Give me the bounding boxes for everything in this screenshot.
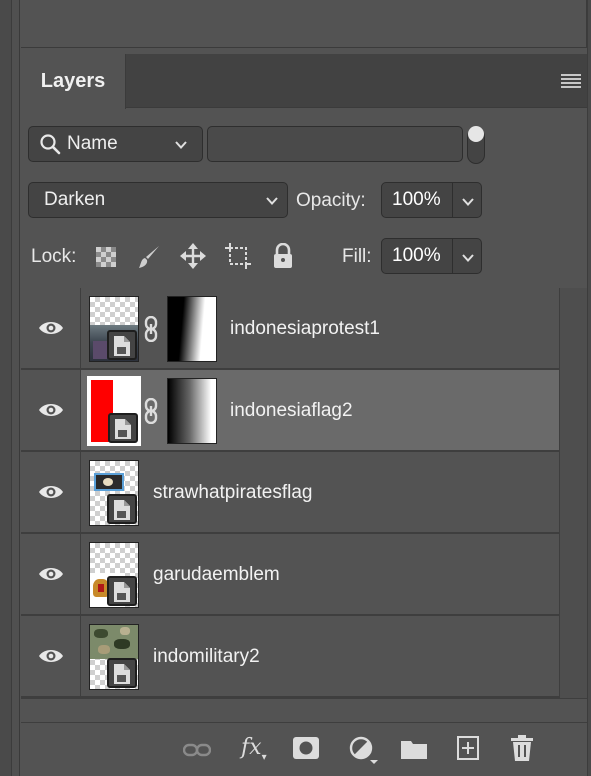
visibility-toggle[interactable]: [21, 288, 81, 368]
delete-layer-icon[interactable]: [511, 735, 533, 761]
lock-label: Lock:: [31, 246, 77, 267]
filter-kind-label: Name: [67, 133, 118, 154]
smart-object-icon: [114, 582, 130, 602]
opacity-label: Opacity:: [296, 190, 366, 211]
new-layer-icon[interactable]: [457, 736, 479, 760]
left-dock-rail: [0, 0, 12, 776]
eye-icon: [39, 568, 63, 580]
layer-row[interactable]: garudaemblem: [21, 534, 559, 616]
chevron-down-icon: [462, 254, 474, 262]
visibility-toggle[interactable]: [21, 370, 81, 450]
eye-icon: [39, 404, 63, 416]
panel-footer: fx▾: [21, 722, 587, 776]
mask-link-icon[interactable]: [143, 398, 159, 424]
mask-link-icon[interactable]: [143, 316, 159, 342]
smart-object-icon: [114, 500, 130, 520]
layer-row-selected[interactable]: indonesiaflag2: [21, 370, 559, 452]
left-dock-divider[interactable]: [12, 0, 20, 776]
layers-panel: Layers Name Darken Opacity: 100% Lock: F…: [21, 54, 587, 776]
eye-icon: [39, 650, 63, 662]
fx-icon[interactable]: fx▾: [241, 735, 267, 763]
panel-menu-icon[interactable]: [561, 74, 581, 88]
layers-list: indonesiaprotest1 indonesiaflag2 strawha…: [21, 288, 559, 698]
filter-search-input[interactable]: [207, 126, 463, 162]
lock-artboard-icon[interactable]: [225, 243, 251, 269]
smart-object-icon: [114, 664, 130, 684]
list-empty-area: [21, 698, 587, 722]
layer-thumbnail[interactable]: [89, 296, 139, 362]
chevron-down-icon: [175, 141, 187, 149]
layer-row[interactable]: indomilitary2: [21, 616, 559, 698]
adjustment-layer-icon[interactable]: [349, 736, 379, 766]
visibility-toggle[interactable]: [21, 452, 81, 532]
smart-object-badge: [107, 494, 137, 524]
smart-object-badge: [107, 330, 137, 360]
new-group-icon[interactable]: [401, 739, 427, 759]
smart-object-badge: [108, 413, 138, 443]
blend-mode-select[interactable]: Darken: [28, 182, 288, 218]
smart-object-icon: [114, 336, 130, 356]
tab-layers[interactable]: Layers: [21, 54, 126, 109]
layer-thumbnail[interactable]: [89, 624, 139, 690]
layer-row[interactable]: strawhatpiratesflag: [21, 452, 559, 534]
eye-icon: [39, 486, 63, 498]
lock-image-pixels-icon[interactable]: [137, 244, 161, 270]
filter-kind-select[interactable]: Name: [28, 126, 203, 162]
chevron-down-icon: [266, 197, 278, 205]
fx-label: fx: [241, 735, 262, 760]
opacity-dropdown[interactable]: [453, 182, 482, 218]
layer-mask-thumbnail[interactable]: [167, 378, 217, 444]
link-layers-icon[interactable]: [183, 743, 211, 757]
opacity-field[interactable]: 100%: [381, 182, 453, 218]
layer-thumbnail[interactable]: [89, 542, 139, 608]
layers-scrollbar[interactable]: [559, 288, 587, 698]
smart-object-icon: [115, 419, 131, 439]
layer-mask-thumbnail[interactable]: [167, 296, 217, 362]
panel-tab-bar: Layers: [21, 54, 587, 109]
layer-name[interactable]: indonesiaprotest1: [230, 318, 380, 340]
layer-name[interactable]: garudaemblem: [153, 564, 280, 586]
search-icon: [40, 134, 61, 155]
lock-transparent-pixels-icon[interactable]: [95, 246, 117, 268]
layer-name[interactable]: strawhatpiratesflag: [153, 482, 312, 504]
visibility-toggle[interactable]: [21, 616, 81, 696]
layer-row[interactable]: indonesiaprotest1: [21, 288, 559, 370]
fill-field[interactable]: 100%: [381, 238, 453, 274]
smart-object-badge: [107, 576, 137, 606]
lock-all-icon[interactable]: [272, 243, 294, 269]
blend-mode-label: Darken: [44, 189, 106, 210]
eye-icon: [39, 322, 63, 334]
filter-toggle-knob[interactable]: [468, 126, 484, 142]
layer-thumbnail[interactable]: [89, 460, 139, 526]
fill-dropdown[interactable]: [453, 238, 482, 274]
right-dock-rail: [587, 0, 591, 776]
fill-label: Fill:: [342, 246, 372, 267]
chevron-down-icon: [462, 198, 474, 206]
smart-object-badge: [107, 658, 137, 688]
layer-thumbnail[interactable]: [87, 376, 141, 446]
upper-panel-area: [21, 0, 587, 48]
add-mask-icon[interactable]: [293, 737, 319, 759]
layer-name[interactable]: indomilitary2: [153, 646, 260, 668]
layer-name[interactable]: indonesiaflag2: [230, 400, 353, 422]
lock-position-icon[interactable]: [180, 243, 206, 269]
visibility-toggle[interactable]: [21, 534, 81, 614]
